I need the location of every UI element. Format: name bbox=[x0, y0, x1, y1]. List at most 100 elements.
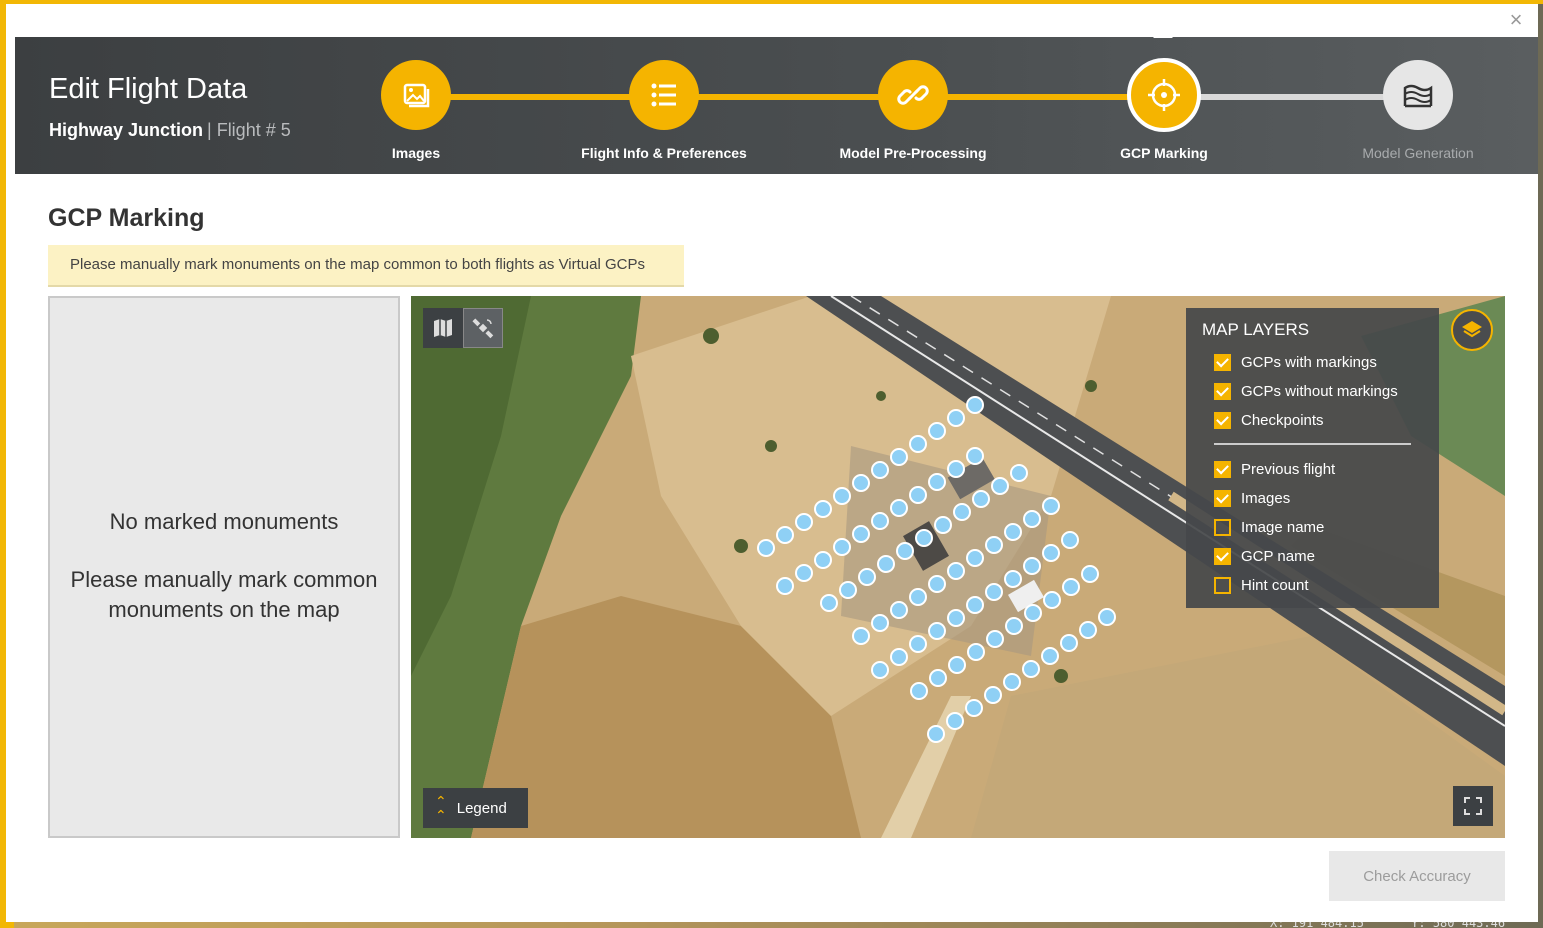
image-marker[interactable] bbox=[1042, 497, 1060, 515]
layer-checkbox[interactable] bbox=[1214, 461, 1231, 478]
image-marker[interactable] bbox=[858, 568, 876, 586]
layers-toggle-button[interactable] bbox=[1451, 309, 1493, 351]
image-marker[interactable] bbox=[928, 473, 946, 491]
image-marker[interactable] bbox=[928, 422, 946, 440]
image-marker[interactable] bbox=[1010, 464, 1028, 482]
image-marker[interactable] bbox=[972, 490, 990, 508]
image-marker[interactable] bbox=[1003, 673, 1021, 691]
satellite-icon[interactable] bbox=[463, 308, 503, 348]
layer-checkbox[interactable] bbox=[1214, 548, 1231, 565]
image-marker[interactable] bbox=[833, 487, 851, 505]
fullscreen-button[interactable] bbox=[1453, 786, 1493, 826]
image-marker[interactable] bbox=[985, 536, 1003, 554]
image-marker[interactable] bbox=[1061, 531, 1079, 549]
check-accuracy-button[interactable]: Check Accuracy bbox=[1329, 851, 1505, 901]
step-flight-info[interactable] bbox=[629, 60, 699, 130]
image-marker[interactable] bbox=[890, 499, 908, 517]
image-marker[interactable] bbox=[1022, 660, 1040, 678]
legend-button[interactable]: ⌃ ⌃ Legend bbox=[423, 788, 528, 828]
image-marker[interactable] bbox=[1043, 591, 1061, 609]
map-view[interactable]: MAP LAYERS GCPs with markings GCPs withou… bbox=[411, 296, 1505, 838]
image-marker[interactable] bbox=[966, 596, 984, 614]
image-marker[interactable] bbox=[1005, 617, 1023, 635]
image-marker[interactable] bbox=[1023, 557, 1041, 575]
image-marker[interactable] bbox=[814, 551, 832, 569]
image-marker[interactable] bbox=[871, 461, 889, 479]
image-marker[interactable] bbox=[947, 409, 965, 427]
layer-checkbox[interactable] bbox=[1214, 577, 1231, 594]
image-marker[interactable] bbox=[1024, 604, 1042, 622]
image-marker[interactable] bbox=[890, 601, 908, 619]
step-images[interactable] bbox=[381, 60, 451, 130]
image-marker[interactable] bbox=[852, 525, 870, 543]
image-marker[interactable] bbox=[928, 622, 946, 640]
image-marker[interactable] bbox=[852, 627, 870, 645]
close-icon[interactable]: × bbox=[1506, 9, 1526, 31]
layer-toggle[interactable]: Hint count bbox=[1202, 571, 1423, 600]
image-marker[interactable] bbox=[871, 661, 889, 679]
image-marker[interactable] bbox=[985, 583, 1003, 601]
image-marker[interactable] bbox=[795, 513, 813, 531]
image-marker[interactable] bbox=[965, 699, 983, 717]
image-marker[interactable] bbox=[967, 643, 985, 661]
image-marker[interactable] bbox=[927, 725, 945, 743]
image-marker[interactable] bbox=[946, 712, 964, 730]
image-marker[interactable] bbox=[966, 396, 984, 414]
layer-checkbox[interactable] bbox=[1214, 354, 1231, 371]
image-marker[interactable] bbox=[839, 581, 857, 599]
image-marker[interactable] bbox=[776, 526, 794, 544]
image-marker[interactable] bbox=[896, 542, 914, 560]
image-marker[interactable] bbox=[1004, 523, 1022, 541]
image-marker[interactable] bbox=[910, 682, 928, 700]
step-preprocessing[interactable] bbox=[878, 60, 948, 130]
image-marker[interactable] bbox=[795, 564, 813, 582]
image-marker[interactable] bbox=[833, 538, 851, 556]
image-marker[interactable] bbox=[909, 435, 927, 453]
image-marker[interactable] bbox=[871, 512, 889, 530]
image-marker[interactable] bbox=[1062, 578, 1080, 596]
image-marker[interactable] bbox=[890, 648, 908, 666]
layer-checkbox[interactable] bbox=[1214, 490, 1231, 507]
image-marker[interactable] bbox=[877, 555, 895, 573]
image-marker[interactable] bbox=[915, 529, 933, 547]
layer-toggle[interactable]: GCPs without markings bbox=[1202, 377, 1423, 406]
image-marker[interactable] bbox=[984, 686, 1002, 704]
image-marker[interactable] bbox=[909, 588, 927, 606]
image-marker[interactable] bbox=[871, 614, 889, 632]
image-marker[interactable] bbox=[934, 516, 952, 534]
image-marker[interactable] bbox=[852, 474, 870, 492]
image-marker[interactable] bbox=[966, 447, 984, 465]
image-marker[interactable] bbox=[1041, 647, 1059, 665]
image-marker[interactable] bbox=[909, 486, 927, 504]
layer-checkbox[interactable] bbox=[1214, 412, 1231, 429]
layer-checkbox[interactable] bbox=[1214, 519, 1231, 536]
image-marker[interactable] bbox=[1042, 544, 1060, 562]
image-marker[interactable] bbox=[1079, 621, 1097, 639]
layer-toggle[interactable]: Image name bbox=[1202, 513, 1423, 542]
map-icon[interactable] bbox=[423, 308, 463, 348]
image-marker[interactable] bbox=[814, 500, 832, 518]
image-marker[interactable] bbox=[953, 503, 971, 521]
layer-checkbox[interactable] bbox=[1214, 383, 1231, 400]
image-marker[interactable] bbox=[776, 577, 794, 595]
image-marker[interactable] bbox=[757, 539, 775, 557]
image-marker[interactable] bbox=[890, 448, 908, 466]
image-marker[interactable] bbox=[947, 609, 965, 627]
image-marker[interactable] bbox=[820, 594, 838, 612]
image-marker[interactable] bbox=[928, 575, 946, 593]
image-marker[interactable] bbox=[909, 635, 927, 653]
image-marker[interactable] bbox=[1004, 570, 1022, 588]
image-marker[interactable] bbox=[991, 477, 1009, 495]
image-marker[interactable] bbox=[1081, 565, 1099, 583]
layer-toggle[interactable]: GCP name bbox=[1202, 542, 1423, 571]
image-marker[interactable] bbox=[1060, 634, 1078, 652]
layer-toggle[interactable]: GCPs with markings bbox=[1202, 348, 1423, 377]
image-marker[interactable] bbox=[986, 630, 1004, 648]
image-marker[interactable] bbox=[948, 656, 966, 674]
layer-toggle[interactable]: Checkpoints bbox=[1202, 406, 1423, 435]
image-marker[interactable] bbox=[947, 562, 965, 580]
image-marker[interactable] bbox=[1098, 608, 1116, 626]
step-gcp-marking[interactable] bbox=[1127, 58, 1201, 132]
image-marker[interactable] bbox=[929, 669, 947, 687]
layer-toggle[interactable]: Previous flight bbox=[1202, 455, 1423, 484]
